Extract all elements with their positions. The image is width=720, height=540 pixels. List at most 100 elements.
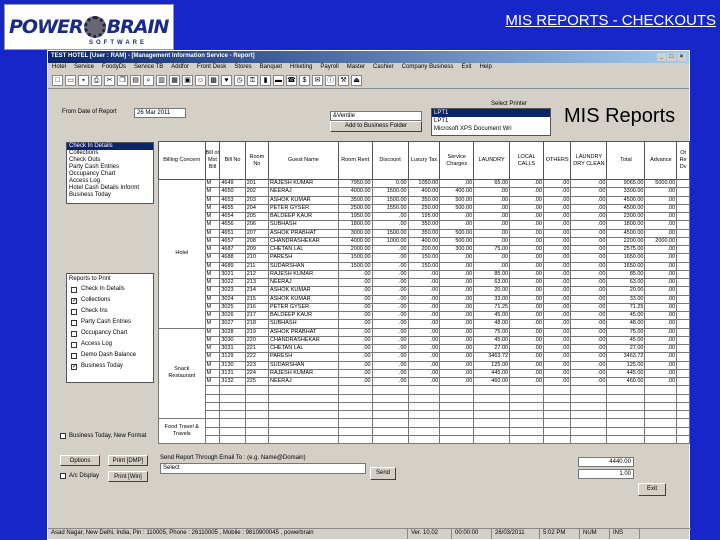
- table-row[interactable]: M 3132 225 NEERAJ .00.00.00.00 460.00.00.00.0…: [159, 376, 690, 387]
- column-header[interactable]: Luxury Tax: [407, 141, 441, 180]
- table-row[interactable]: Food Travel & Travels: [158, 418, 690, 444]
- new-icon[interactable]: □: [52, 75, 63, 86]
- column-header[interactable]: Room Rent: [337, 141, 373, 180]
- open-icon[interactable]: ▭: [65, 75, 76, 86]
- menu-item[interactable]: Service TB: [134, 64, 163, 72]
- maximize-button[interactable]: □: [667, 53, 676, 61]
- send-button[interactable]: Send: [370, 467, 396, 480]
- search-field[interactable]: &Ventile: [330, 111, 422, 121]
- report-checkbox[interactable]: ✓: [71, 363, 77, 370]
- section-item[interactable]: Check Outs: [67, 157, 153, 164]
- table-row[interactable]: M 3031 221 CHETAN LAL .00.00.00.00 27.00.00.0…: [159, 343, 690, 354]
- report-option[interactable]: ✓ Business Today: [67, 361, 153, 372]
- menu-item[interactable]: Cashier: [373, 64, 394, 72]
- column-header[interactable]: Room No: [244, 141, 269, 180]
- menu-item[interactable]: Banquet: [260, 64, 282, 72]
- table-row[interactable]: M 4650 202 NEERAJ 4000.00 1500.00 400.00 400.00…: [159, 187, 690, 197]
- mail-icon[interactable]: ✉: [312, 75, 323, 86]
- info-icon[interactable]: ⓘ: [325, 75, 336, 86]
- chart-icon[interactable]: ▥: [156, 75, 167, 86]
- section-item[interactable]: Occupancy Chart: [67, 171, 153, 178]
- table-row[interactable]: M 4689 211 SUDARSHAN 1500.00.00 150.00.00.00.…: [159, 261, 690, 271]
- bed-icon[interactable]: ▬: [273, 75, 284, 86]
- section-item[interactable]: Hotel Cash Details Informt: [67, 185, 153, 192]
- user-icon[interactable]: ☺: [195, 75, 206, 86]
- menu-item[interactable]: Master: [347, 64, 365, 72]
- menu-item[interactable]: Addfor: [171, 64, 189, 72]
- report-date-field[interactable]: 26 Mar 2011: [134, 108, 186, 118]
- key-icon[interactable]: ⚿: [247, 75, 258, 86]
- ac-display-checkbox[interactable]: [60, 473, 66, 479]
- table-row[interactable]: M 3027 218 SUBHASH .00.00.00.00 48.00.00.00.0…: [159, 319, 690, 329]
- report-checkbox[interactable]: [71, 341, 77, 348]
- ac-display-option[interactable]: A/c Display: [60, 473, 99, 479]
- menu-item[interactable]: Stores: [234, 64, 251, 72]
- table-row[interactable]: M 3025 216 PETER GYSER .00.00.00.00 71.25.00.…: [159, 302, 690, 313]
- table-row[interactable]: Snack Restaurant M 3028 219 ASHOK PRABHAT .00…: [158, 327, 690, 420]
- heart-icon[interactable]: ♥: [221, 75, 232, 86]
- column-header[interactable]: Discount: [371, 141, 409, 180]
- section-item[interactable]: Party Cash Entries: [67, 164, 153, 171]
- table-row[interactable]: [159, 426, 690, 436]
- report-option[interactable]: Access Log: [67, 339, 153, 350]
- column-header[interactable]: Guest Name: [267, 141, 339, 180]
- report-option[interactable]: Occupancy Chart: [67, 328, 153, 339]
- menu-item[interactable]: FoodyDs: [102, 64, 126, 72]
- copy-icon[interactable]: ❐: [117, 75, 128, 86]
- section-item[interactable]: Access Log: [67, 178, 153, 185]
- printer-option[interactable]: LPT1: [432, 109, 550, 117]
- menu-item[interactable]: Service: [74, 64, 94, 72]
- table-row[interactable]: M 4655 204 PETER GYSER 2500.00 1550.00 250.00 5…: [159, 203, 690, 214]
- report-sections-list[interactable]: Check In Details Collections Check Outs Par…: [66, 142, 154, 204]
- print-dmp-button[interactable]: Print [DMP]: [108, 455, 148, 466]
- table-row[interactable]: M 4687 209 CHETAN LAL 2000.00.00 200.00 300.00…: [159, 244, 690, 255]
- table-row[interactable]: M 3024 215 ASHOK KUMAR .00.00.00.00 33.00.00.…: [159, 294, 690, 304]
- table-row[interactable]: M 3022 213 NEERAJ .00.00.00.00 63.00.00.00.00…: [159, 277, 690, 288]
- report-icon[interactable]: ▦: [169, 75, 180, 86]
- report-checkbox[interactable]: [71, 308, 77, 315]
- money-icon[interactable]: $: [299, 75, 310, 86]
- printer-option[interactable]: LPT1: [432, 117, 550, 125]
- printer-option[interactable]: Microsoft XPS Document Wri: [432, 125, 550, 133]
- table-row[interactable]: M 4656 206 SUBHASH 1800.00.00 350.00.00.00.00…: [159, 220, 690, 230]
- menu-item[interactable]: Front Desk: [197, 64, 226, 72]
- report-option[interactable]: Check In Details: [67, 284, 153, 295]
- column-header[interactable]: OTHERS: [542, 141, 572, 180]
- business-today-new-format[interactable]: Business Today, New Format: [60, 433, 146, 439]
- calendar-icon[interactable]: ▣: [182, 75, 193, 86]
- table-row[interactable]: M 3023 214 ASHOK KUMAR .00.00.00.00 20.00.00.…: [159, 286, 690, 296]
- table-row[interactable]: M 3026 217 BALDEEP KAUR .00.00.00.00 45.00.00…: [159, 310, 690, 321]
- menu-item[interactable]: Hrketing: [290, 64, 312, 72]
- table-row[interactable]: Hotel M 4649 201 RAJESH KUMAR 7950.00 0.00 1050…: [158, 178, 690, 329]
- column-header[interactable]: Bill No: [219, 141, 246, 180]
- menu-item[interactable]: Company Business: [402, 64, 454, 72]
- table-row[interactable]: M 3131 224 RAJESH KUMAR .00.00.00.00 445.00.0…: [159, 368, 690, 379]
- table-row[interactable]: [159, 409, 690, 420]
- report-checkbox[interactable]: [71, 330, 77, 337]
- table-row[interactable]: M 4654 205 BALDEEP KAUR 1950.00.00 195.00.00.…: [159, 211, 690, 222]
- table-row[interactable]: M 4653 203 ASHOK KUMAR 3500.00 1500.00 350.00 5…: [159, 195, 690, 205]
- report-checkbox[interactable]: ✓: [71, 297, 77, 304]
- printer-list[interactable]: LPT1 LPT1 Microsoft XPS Document Wri: [431, 108, 551, 136]
- clock-icon[interactable]: ◷: [234, 75, 245, 86]
- table-row[interactable]: [159, 393, 690, 403]
- column-header[interactable]: Ot Re Dv: [676, 141, 690, 180]
- table-row[interactable]: M 3130 223 SUDARSHAN .00.00.00.00 125.00.00.0…: [159, 360, 690, 370]
- table-row[interactable]: M 4657 208 CHANDRASHEKAR 4000.00 1000.00 400.0…: [159, 236, 690, 247]
- section-item[interactable]: Business Today: [67, 192, 153, 199]
- menu-item[interactable]: Help: [479, 64, 491, 72]
- report-option[interactable]: Check Ins: [67, 306, 153, 317]
- report-checkbox[interactable]: [71, 352, 77, 359]
- column-header[interactable]: LAUNDRY DRY CLEAN: [570, 141, 608, 180]
- table-row[interactable]: [159, 385, 690, 395]
- section-item[interactable]: Collections: [67, 150, 153, 157]
- book-icon[interactable]: ▩: [208, 75, 219, 86]
- minimize-button[interactable]: _: [657, 53, 666, 61]
- paste-icon[interactable]: ▤: [130, 75, 141, 86]
- menu-item[interactable]: Exit: [461, 64, 471, 72]
- table-row[interactable]: M 3129 222 PARESH .00.00.00.00 3463.72.00.00.…: [159, 352, 690, 362]
- table-row[interactable]: M 3030 220 CHANDRASHEKAR .00.00.00.00 45.00.0…: [159, 335, 690, 346]
- tools-icon[interactable]: ⚒: [338, 75, 349, 86]
- report-option[interactable]: Party Cash Entries: [67, 317, 153, 328]
- table-row[interactable]: M 4688 210 PARESH 1500.00.00 150.00.00.00.00.…: [159, 253, 690, 263]
